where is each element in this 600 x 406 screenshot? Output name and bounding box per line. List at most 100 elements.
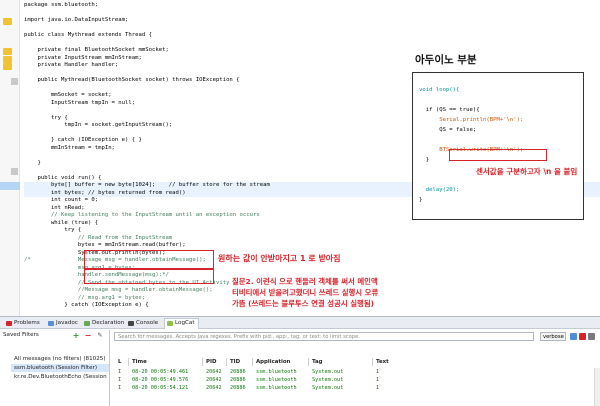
code-line[interactable]: private final BluetoothSocket mmSocket; bbox=[24, 47, 600, 55]
warning-marker-icon[interactable] bbox=[3, 63, 12, 70]
column-header-tag[interactable]: Tag bbox=[312, 359, 322, 365]
log-cell-tag: System.out bbox=[312, 369, 344, 375]
edit-filter-icon[interactable]: ✎ bbox=[96, 332, 104, 340]
log-cell-tag: System.out bbox=[312, 377, 344, 383]
warning-marker-icon[interactable] bbox=[3, 18, 12, 25]
log-cell-text: 1 bbox=[376, 385, 380, 391]
saved-filters-header: Saved Filters bbox=[3, 332, 39, 338]
log-row[interactable]: I 08-20 00:05:49.461 20642 20886 ssm.bluetoo… bbox=[112, 369, 600, 377]
log-cell-app: ssm.bluetooth bbox=[256, 369, 297, 375]
log-cell-l: I bbox=[118, 377, 122, 383]
clear-log-icon[interactable] bbox=[579, 333, 586, 340]
arduino-code-line: Serial.println(BPM+'\n'); bbox=[419, 117, 524, 123]
code-line[interactable]: while (true) { bbox=[24, 220, 600, 228]
arduino-code-line: delay(20); bbox=[419, 187, 460, 193]
column-divider bbox=[252, 358, 253, 366]
arduino-comment-annotation: 센서값을 구분하고자 \n 을 붙임 bbox=[476, 167, 578, 176]
warning-marker-icon[interactable] bbox=[3, 56, 12, 63]
code-line[interactable]: try { bbox=[24, 227, 600, 235]
log-cell-text: 1 bbox=[376, 377, 380, 383]
column-header-pid[interactable]: PID bbox=[206, 359, 216, 365]
remove-filter-icon[interactable]: − bbox=[84, 332, 92, 340]
editor-gutter bbox=[0, 0, 20, 316]
log-cell-pid: 20642 bbox=[206, 385, 222, 391]
log-cell-app: ssm.bluetooth bbox=[256, 377, 297, 383]
arduino-section-title: 아두이노 부분 bbox=[415, 54, 477, 66]
filter-item-ssm-bluetooth[interactable]: ssm.bluetooth (Session Filter) bbox=[11, 364, 109, 372]
log-cell-tid: 20886 bbox=[230, 369, 246, 375]
question-annotation-line-3: 가뜸 (쓰레드는 블루투스 연결 성공시 실행됨) bbox=[232, 299, 375, 308]
column-header-text[interactable]: Text bbox=[376, 359, 389, 365]
console-icon bbox=[128, 321, 134, 326]
tab-logcat[interactable]: LogCat bbox=[164, 318, 199, 329]
logcat-search-input[interactable]: Search for messages. Accepts Java regexe… bbox=[114, 332, 534, 341]
saved-filters-pane: Saved Filters + − ✎ All messages (no fil… bbox=[0, 330, 110, 406]
code-line[interactable] bbox=[24, 10, 600, 18]
column-header-tid[interactable]: TID bbox=[230, 359, 240, 365]
add-filter-icon[interactable]: + bbox=[72, 332, 80, 340]
tab-problems[interactable]: Problems bbox=[4, 319, 43, 328]
log-cell-l: I bbox=[118, 369, 122, 375]
code-line[interactable]: import java.io.DataInputStream; bbox=[24, 17, 600, 25]
log-cell-tid: 20886 bbox=[230, 377, 246, 383]
highlight-box-btserial bbox=[449, 149, 547, 161]
panel-tab-bar: Problems Javadoc Declaration Console Log… bbox=[0, 317, 600, 329]
highlight-box-handler bbox=[84, 268, 214, 284]
fold-icon[interactable] bbox=[11, 168, 18, 175]
column-divider bbox=[202, 358, 203, 366]
column-header-application[interactable]: Application bbox=[256, 359, 290, 365]
arduino-code-line: if (QS == true){ bbox=[419, 107, 480, 113]
arduino-code-line: void loop(){ bbox=[419, 87, 460, 93]
column-divider bbox=[226, 358, 227, 366]
log-cell-tid: 20886 bbox=[230, 385, 246, 391]
code-line[interactable]: package ssm.bluetooth; bbox=[24, 2, 600, 10]
column-divider bbox=[128, 358, 129, 366]
log-cell-text: 1 bbox=[376, 369, 380, 375]
log-cell-time: 08-20 00:05:49.576 bbox=[132, 377, 189, 383]
log-level-select[interactable]: verbose bbox=[540, 332, 566, 341]
log-cell-pid: 20642 bbox=[206, 369, 222, 375]
arduino-code-line: QS = false; bbox=[419, 127, 477, 133]
warning-marker-icon[interactable] bbox=[3, 48, 12, 55]
code-line[interactable]: bytes = mmInStream.read(buffer); bbox=[24, 242, 600, 250]
bottom-panel: Problems Javadoc Declaration Console Log… bbox=[0, 316, 600, 406]
log-cell-app: ssm.bluetooth bbox=[256, 385, 297, 391]
question-annotation-line-2: 티비티에서 받을려고했더니 쓰레드 실행시 오류 bbox=[232, 288, 379, 297]
save-log-icon[interactable] bbox=[570, 333, 577, 340]
log-row[interactable]: I 08-20 00:05:54.121 20642 20886 ssm.bluetoo… bbox=[112, 385, 600, 393]
filter-item-bluetooth-echo[interactable]: kr.re.Dev.BluetoothEcho (Session bbox=[14, 373, 107, 381]
code-line[interactable]: public class Mythread extends Thread { bbox=[24, 32, 600, 40]
code-line[interactable] bbox=[24, 25, 600, 33]
column-divider bbox=[308, 358, 309, 366]
code-line[interactable] bbox=[24, 40, 600, 48]
arduino-code-line: } bbox=[419, 157, 430, 163]
question-annotation-line-1: 질문2. 이런식 으로 핸들러 객체를 써서 메인액 bbox=[232, 277, 378, 286]
filter-item-all-messages[interactable]: All messages (no filters) (81025) bbox=[14, 355, 106, 363]
column-divider bbox=[372, 358, 373, 366]
logcat-scrollbar[interactable] bbox=[594, 368, 600, 406]
declaration-icon bbox=[84, 321, 90, 326]
log-cell-time: 08-20 00:05:49.461 bbox=[132, 369, 189, 375]
scroll-lock-icon[interactable] bbox=[588, 333, 595, 340]
current-line-marker bbox=[0, 182, 20, 190]
fold-icon[interactable] bbox=[11, 78, 18, 85]
log-cell-tag: System.out bbox=[312, 385, 344, 391]
log-cell-l: I bbox=[118, 385, 122, 391]
code-line[interactable]: // Read from the InputStream bbox=[24, 235, 600, 243]
javadoc-icon bbox=[48, 321, 54, 326]
problems-icon bbox=[6, 321, 12, 326]
logcat-pane: Search for messages. Accepts Java regexe… bbox=[112, 330, 600, 406]
log-cell-pid: 20642 bbox=[206, 377, 222, 383]
column-header-time[interactable]: Time bbox=[132, 359, 147, 365]
arduino-code-panel: void loop(){ if (QS == true){ Serial.pri… bbox=[412, 72, 584, 220]
arduino-code-line: } bbox=[419, 197, 423, 203]
log-row[interactable]: I 08-20 00:05:49.576 20642 20886 ssm.bluetoo… bbox=[112, 377, 600, 385]
logcat-icon bbox=[167, 321, 173, 326]
log-cell-time: 08-20 00:05:54.121 bbox=[132, 385, 189, 391]
tab-declaration[interactable]: Declaration bbox=[82, 319, 127, 328]
tab-console[interactable]: Console bbox=[126, 319, 161, 328]
code-line[interactable]: private InputStream mmInStream; bbox=[24, 55, 600, 63]
column-header-level[interactable]: L bbox=[118, 359, 121, 365]
code-line[interactable]: private Handler handler; bbox=[24, 62, 600, 70]
tab-javadoc[interactable]: Javadoc bbox=[46, 319, 81, 328]
